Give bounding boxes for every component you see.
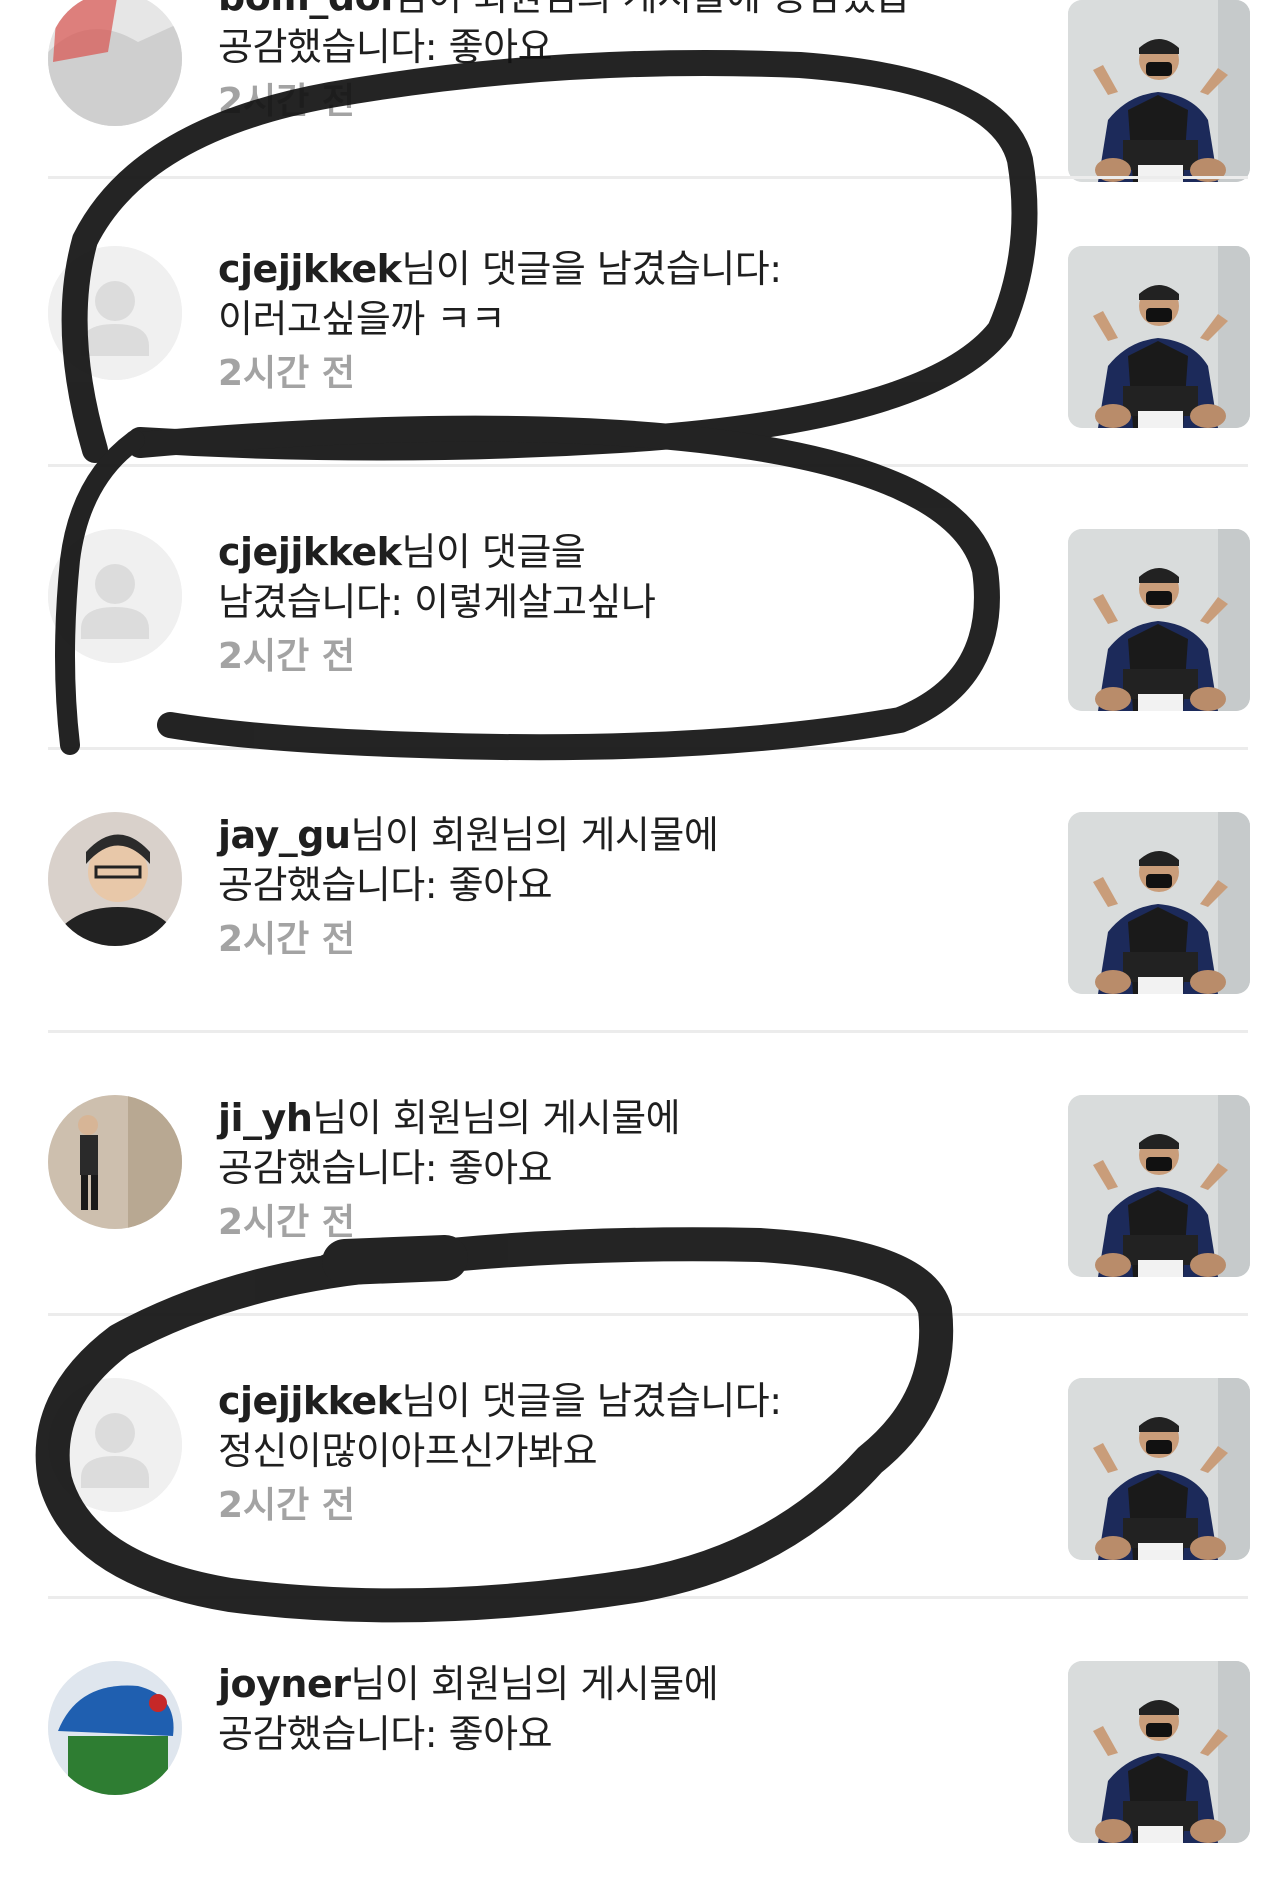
notification-message: jay_gu님이 회원님의 게시물에: [218, 813, 719, 857]
notification-message: ji_yh님이 회원님의 게시물에: [218, 1096, 681, 1140]
notification-row[interactable]: cjejjkkek님이 댓글을 남겼습니다: 이렇게살고싶나 2시간 전: [48, 467, 1250, 750]
notification-feed: bom_dol님이 회원님의 게시물에 공감했습니다: 좋아요 공감했습니다: …: [0, 0, 1284, 1843]
username[interactable]: joyner: [218, 1662, 351, 1706]
notification-row[interactable]: ji_yh님이 회원님의 게시물에 공감했습니다: 좋아요 2시간 전: [48, 1033, 1250, 1316]
username[interactable]: cjejjkkek: [218, 1379, 402, 1423]
timestamp: 2시간 전: [218, 1202, 355, 1243]
post-thumbnail[interactable]: [1068, 246, 1250, 428]
notification-row[interactable]: cjejjkkek님이 댓글을 남겼습니다: 정신이많이아프신가봐요 2시간 전: [48, 1316, 1250, 1599]
post-thumbnail[interactable]: [1068, 1378, 1250, 1560]
notification-message-line2: 공감했습니다: 좋아요: [218, 1712, 553, 1756]
username[interactable]: cjejjkkek: [218, 247, 402, 291]
post-thumbnail[interactable]: [1068, 1661, 1250, 1843]
notification-message-line2: 공감했습니다: 좋아요: [218, 863, 553, 907]
timestamp: 2시간 전: [218, 353, 355, 394]
timestamp: 2시간 전: [218, 636, 355, 677]
timestamp: 2시간 전: [218, 81, 355, 122]
notification-message-line2: 남겼습니다: 이렇게살고싶나: [218, 580, 656, 624]
divider: [48, 176, 1248, 179]
post-thumbnail[interactable]: [1068, 812, 1250, 994]
notification-row[interactable]: jay_gu님이 회원님의 게시물에 공감했습니다: 좋아요 2시간 전: [48, 750, 1250, 1033]
timestamp: 2시간 전: [218, 919, 355, 960]
notification-message: cjejjkkek님이 댓글을: [218, 530, 586, 574]
default-avatar-icon[interactable]: [48, 246, 182, 380]
notification-message: cjejjkkek님이 댓글을 남겼습니다:: [218, 247, 782, 291]
avatar[interactable]: [48, 1095, 182, 1229]
notification-message: joyner님이 회원님의 게시물에: [218, 1662, 719, 1706]
notification-row[interactable]: joyner님이 회원님의 게시물에 공감했습니다: 좋아요: [48, 1599, 1250, 1882]
notification-row[interactable]: cjejjkkek님이 댓글을 남겼습니다: 이러고싶을까 ㅋㅋ 2시간 전: [48, 184, 1250, 467]
notification-message-line2: 공감했습니다: 좋아요: [218, 1146, 553, 1190]
notification-message-line2: 공감했습니다: 좋아요: [218, 25, 553, 69]
username[interactable]: cjejjkkek: [218, 530, 402, 574]
default-avatar-icon[interactable]: [48, 1378, 182, 1512]
post-thumbnail[interactable]: [1068, 1095, 1250, 1277]
notification-message-line2: 정신이많이아프신가봐요: [218, 1429, 598, 1473]
default-avatar-icon[interactable]: [48, 529, 182, 663]
username[interactable]: ji_yh: [218, 1096, 313, 1140]
avatar[interactable]: [48, 0, 182, 126]
avatar[interactable]: [48, 1661, 182, 1795]
post-thumbnail[interactable]: [1068, 529, 1250, 711]
username[interactable]: bom_dol: [218, 0, 393, 19]
notification-row[interactable]: bom_dol님이 회원님의 게시물에 공감했습니다: 좋아요 공감했습니다: …: [48, 0, 1250, 182]
username[interactable]: jay_gu: [218, 813, 351, 857]
timestamp: 2시간 전: [218, 1485, 355, 1526]
notification-message-line2: 이러고싶을까 ㅋㅋ: [218, 297, 506, 341]
avatar[interactable]: [48, 812, 182, 946]
notification-message: bom_dol님이 회원님의 게시물에 공감했습니다: 좋아요: [218, 0, 918, 22]
notification-message: cjejjkkek님이 댓글을 남겼습니다:: [218, 1379, 782, 1423]
post-thumbnail[interactable]: [1068, 0, 1250, 182]
